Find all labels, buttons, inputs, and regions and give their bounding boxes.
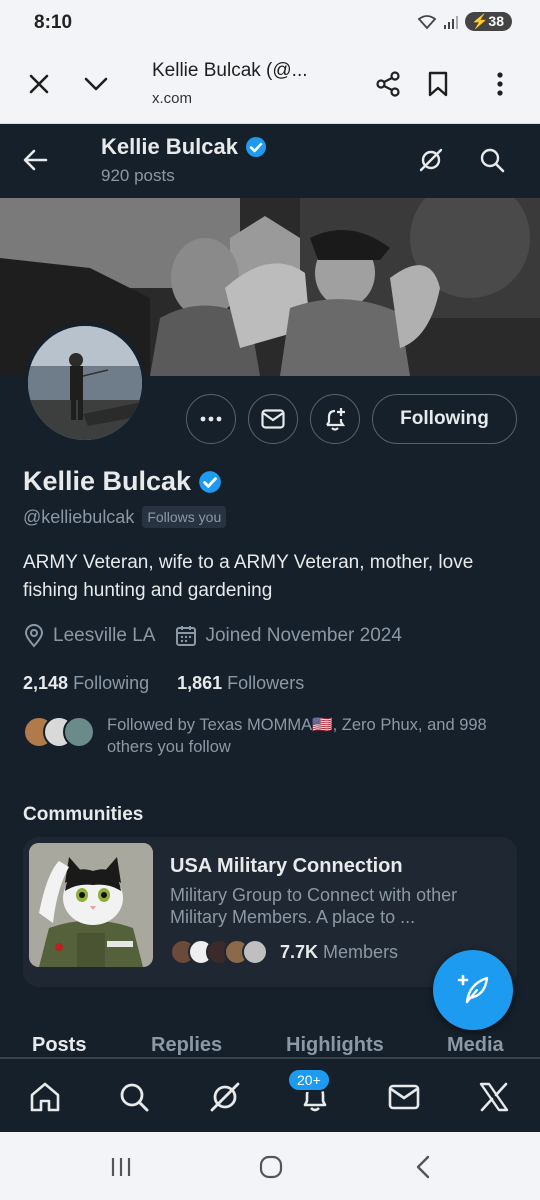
- more-button[interactable]: [186, 394, 236, 444]
- search-icon[interactable]: [114, 1077, 154, 1117]
- profile-bio: ARMY Veteran, wife to a ARMY Veteran, mo…: [23, 552, 474, 601]
- follows-you-badge: Follows you: [142, 506, 227, 528]
- location-text: Leesville LA: [53, 625, 156, 646]
- following-button[interactable]: Following: [372, 394, 517, 444]
- compose-icon: [457, 974, 489, 1004]
- profile-name: Kellie Bulcak: [23, 466, 223, 497]
- followers-count: 1,861: [177, 673, 223, 693]
- profile-stats: 2,148 Following 1,861 Followers: [23, 673, 332, 694]
- avatar-photo: [28, 326, 142, 440]
- mail-icon[interactable]: [384, 1077, 424, 1117]
- home-icon[interactable]: [25, 1077, 65, 1117]
- profile-tabs: Posts Replies Highlights Media: [0, 1028, 540, 1058]
- tab-posts[interactable]: Posts: [32, 1034, 86, 1057]
- share-icon[interactable]: [370, 66, 406, 102]
- notification-add-icon: [326, 408, 346, 431]
- community-members: 7.7K Members: [170, 939, 398, 965]
- avatar: [63, 716, 95, 748]
- profile-header-bar: Kellie Bulcak 920 posts: [0, 124, 540, 198]
- notifications-badge: 20+: [287, 1068, 331, 1092]
- communities-title: Communities: [23, 804, 144, 825]
- status-bar: 8:10 ⚡38: [0, 0, 540, 46]
- followed-by[interactable]: Followed by Texas MOMMA🇺🇸, Zero Phux, an…: [23, 714, 523, 758]
- tab-highlights[interactable]: Highlights: [286, 1034, 384, 1057]
- signal-icon: [443, 15, 458, 29]
- community-name[interactable]: USA Military Connection: [170, 855, 403, 878]
- grok-icon[interactable]: [205, 1077, 245, 1117]
- notifications-toggle-button[interactable]: [310, 394, 360, 444]
- followers-stat[interactable]: 1,861 Followers: [177, 673, 304, 694]
- message-icon: [261, 409, 285, 429]
- browser-toolbar: Kellie Bulcak (@... x.com: [0, 46, 540, 124]
- close-icon[interactable]: [21, 66, 57, 102]
- community-image: [29, 843, 153, 967]
- more-vert-icon[interactable]: [482, 66, 518, 102]
- search-icon[interactable]: [474, 142, 510, 178]
- tab-media[interactable]: Media: [447, 1034, 504, 1057]
- profile-joined: Joined November 2024: [175, 625, 402, 647]
- followed-by-text: Followed by Texas MOMMA🇺🇸, Zero Phux, an…: [107, 716, 487, 756]
- joined-text: Joined November 2024: [205, 625, 402, 646]
- browser-page-title[interactable]: Kellie Bulcak (@...: [152, 60, 308, 82]
- profile-handle: @kelliebulcak: [23, 506, 135, 527]
- back-button-icon[interactable]: [408, 1154, 438, 1180]
- chevron-down-icon[interactable]: [78, 66, 114, 102]
- bottom-navigation: [0, 1058, 540, 1132]
- more-icon: [200, 416, 222, 422]
- header-name-text: Kellie Bulcak: [101, 134, 238, 159]
- following-stat[interactable]: 2,148 Following: [23, 673, 149, 694]
- profile-meta: Leesville LA Joined November 2024: [23, 624, 422, 648]
- member-count-label: Members: [323, 941, 399, 962]
- followed-by-avatars: [23, 714, 99, 750]
- verified-icon: [245, 137, 266, 157]
- system-navigation-bar: [0, 1132, 540, 1200]
- message-button[interactable]: [248, 394, 298, 444]
- grok-icon[interactable]: [413, 142, 449, 178]
- wifi-icon: [417, 14, 437, 29]
- member-count-number: 7.7K: [280, 941, 319, 962]
- following-count: 2,148: [23, 673, 69, 693]
- battery-indicator: ⚡38: [464, 12, 512, 31]
- compose-button[interactable]: [433, 950, 513, 1030]
- calendar-icon: [176, 626, 197, 646]
- followers-label: Followers: [227, 673, 305, 693]
- community-member-count: 7.7K Members: [280, 942, 398, 963]
- recent-apps-icon[interactable]: [106, 1154, 136, 1180]
- status-time: 8:10: [34, 12, 73, 33]
- back-arrow-icon[interactable]: [20, 142, 56, 178]
- verified-icon[interactable]: [197, 469, 223, 495]
- profile-location: Leesville LA: [23, 624, 155, 648]
- handle-row: @kelliebulcak Follows you: [23, 506, 227, 528]
- bookmark-icon[interactable]: [420, 66, 456, 102]
- home-button-icon[interactable]: [256, 1154, 286, 1180]
- status-icons: ⚡38: [417, 12, 512, 31]
- header-post-count: 920 posts: [101, 166, 175, 185]
- x-logo-icon[interactable]: [474, 1077, 514, 1117]
- profile-avatar[interactable]: [24, 322, 146, 444]
- following-label: Following: [73, 673, 150, 693]
- avatar: [242, 939, 268, 965]
- browser-url[interactable]: x.com: [152, 90, 192, 107]
- location-icon: [24, 624, 44, 648]
- community-description: Military Group to Connect with other Mil…: [170, 885, 458, 927]
- tab-replies[interactable]: Replies: [151, 1034, 222, 1057]
- header-name: Kellie Bulcak: [101, 134, 268, 160]
- profile-name-text: Kellie Bulcak: [23, 466, 192, 496]
